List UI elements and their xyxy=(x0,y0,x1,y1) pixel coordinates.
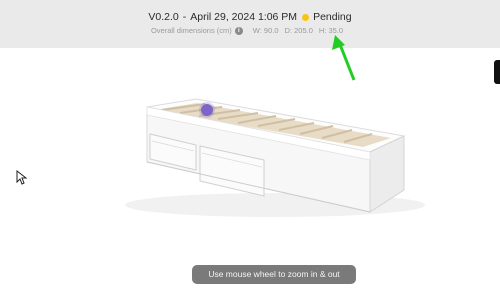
bed-model[interactable] xyxy=(0,0,500,290)
mouse-cursor-icon xyxy=(16,170,28,185)
zoom-hint: Use mouse wheel to zoom in & out xyxy=(192,265,356,284)
hotspot-marker[interactable] xyxy=(201,104,213,116)
